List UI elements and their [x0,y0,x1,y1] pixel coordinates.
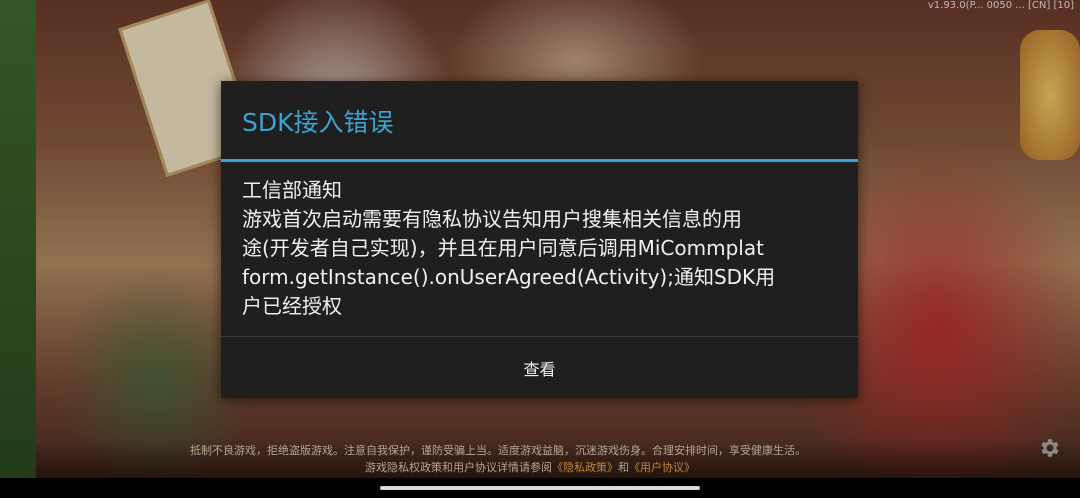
dialog-message-line: 工信部通知 [242,178,342,202]
dialog-message-line: 游戏首次启动需要有隐私协议告知用户搜集相关信息的用 [242,207,742,231]
dialog-message-line: form.getInstance().onUserAgreed(Activity… [242,265,776,289]
gesture-handle[interactable] [380,486,700,490]
sdk-error-dialog: SDK接入错误 工信部通知 游戏首次启动需要有隐私协议告知用户搜集相关信息的用 … [221,81,858,398]
dialog-message-line: 途(开发者自己实现)，并且在用户同意后调用MiCommplat [242,236,764,260]
dialog-message-line: 户已经授权 [242,294,342,318]
screen: v1.93.0(P... 0050 ... [CN] [10] 抵制不良游戏，拒… [0,0,1080,498]
dialog-title: SDK接入错误 [242,108,394,137]
dialog-title-divider [221,159,858,162]
dialog-message: 工信部通知 游戏首次启动需要有隐私协议告知用户搜集相关信息的用 途(开发者自己实… [242,176,842,321]
view-button[interactable]: 查看 [221,337,858,398]
